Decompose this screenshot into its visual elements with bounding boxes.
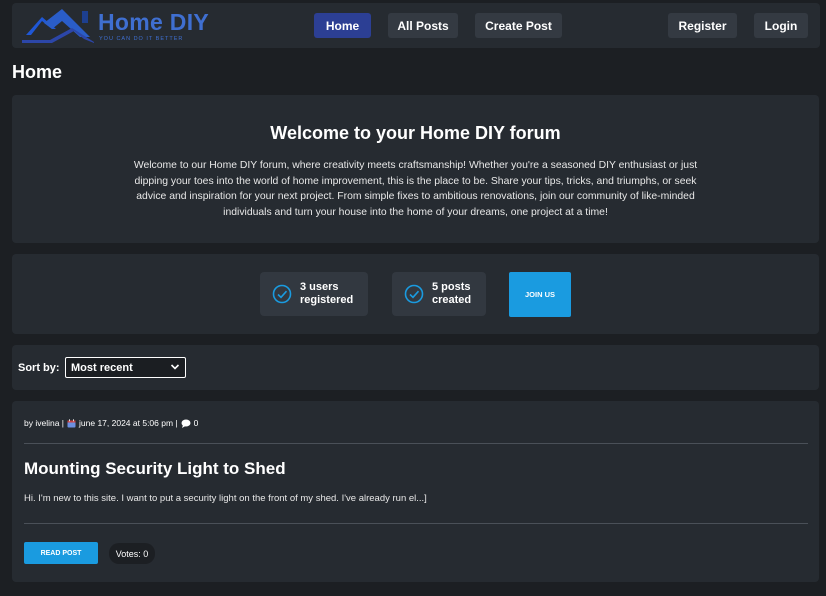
- sort-selected-value: Most recent: [71, 361, 133, 374]
- posts-count: 5 posts: [432, 281, 471, 293]
- nav-home-button[interactable]: Home: [314, 13, 371, 38]
- nav-create-post-button[interactable]: Create Post: [475, 13, 562, 38]
- posts-stat-text: 5 posts created: [432, 281, 471, 307]
- check-circle-icon: [404, 284, 424, 304]
- votes-badge: Votes: 0: [109, 543, 155, 564]
- brand-name: Home DIY: [98, 9, 210, 35]
- page-title: Home: [12, 62, 63, 82]
- post-excerpt: Hi. I'm new to this site. I want to put …: [24, 493, 427, 504]
- logo[interactable]: Home DIY YOU CAN DO IT BETTER: [22, 9, 212, 43]
- post-date: june 17, 2024 at 5:06 pm |: [79, 418, 178, 428]
- nav-login-button[interactable]: Login: [754, 13, 808, 38]
- nav-all-posts-button[interactable]: All Posts: [388, 13, 458, 38]
- stats-card: 3 users registered 5 posts created JOIN …: [12, 254, 819, 334]
- post-author: by ivelina |: [24, 418, 65, 428]
- house-logo-icon: [22, 9, 94, 43]
- users-label: registered: [300, 294, 354, 306]
- posts-label: created: [432, 294, 472, 306]
- nav-register-button[interactable]: Register: [668, 13, 737, 38]
- check-circle-icon: [272, 284, 292, 304]
- users-stat: 3 users registered: [260, 272, 368, 316]
- sort-card: Sort by: Most recent: [12, 345, 819, 390]
- welcome-card: Welcome to your Home DIY forum Welcome t…: [12, 95, 819, 243]
- welcome-title: Welcome to your Home DIY forum: [270, 123, 561, 143]
- users-stat-text: 3 users registered: [300, 281, 353, 307]
- join-us-button[interactable]: JOIN US: [509, 272, 571, 317]
- post-divider-bottom: [24, 523, 808, 524]
- posts-stat: 5 posts created: [392, 272, 486, 316]
- calendar-icon: [67, 418, 76, 427]
- post-meta: by ivelina | june 17, 2024 at 5:06 pm | …: [24, 418, 198, 428]
- sort-select[interactable]: Most recent: [65, 357, 186, 378]
- post-comment-count: 0: [193, 418, 199, 428]
- post-card: by ivelina | june 17, 2024 at 5:06 pm | …: [12, 401, 819, 582]
- read-post-button[interactable]: READ POST: [24, 542, 98, 564]
- navbar: Home DIY YOU CAN DO IT BETTER Home All P…: [12, 3, 820, 48]
- comment-icon: [181, 419, 191, 428]
- post-title[interactable]: Mounting Security Light to Shed: [24, 459, 286, 479]
- sort-label: Sort by:: [18, 362, 60, 374]
- brand-tagline: YOU CAN DO IT BETTER: [99, 36, 184, 42]
- users-count: 3 users: [300, 281, 339, 293]
- welcome-text: Welcome to our Home DIY forum, where cre…: [133, 160, 698, 218]
- post-divider-top: [24, 443, 808, 444]
- chevron-down-icon: [170, 364, 180, 370]
